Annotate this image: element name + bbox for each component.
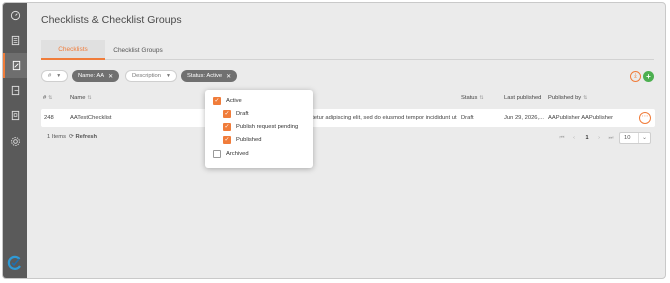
status-option-label: Active	[226, 98, 242, 104]
column-header-published-by-label: Published by	[548, 95, 582, 101]
close-icon[interactable]: ✕	[108, 73, 113, 80]
status-filter-dropdown: ✓ Active ✓ Draft ✓ Publish request pendi…	[205, 90, 313, 168]
column-header-name[interactable]: Name ⇅	[70, 95, 92, 101]
more-options-icon[interactable]: ⋯	[639, 112, 651, 124]
status-option-label: Archived	[226, 151, 249, 157]
settings-gear-icon[interactable]	[3, 129, 27, 154]
last-page-icon[interactable]: ⏭	[606, 133, 616, 143]
checklist-edit-icon[interactable]	[3, 53, 27, 78]
sort-icon[interactable]: ⇅	[48, 95, 52, 101]
row-status: Draft	[461, 115, 474, 121]
document-icon[interactable]	[3, 28, 27, 53]
download-icon[interactable]: ⤓	[630, 71, 641, 82]
column-header-id[interactable]: # ⇅	[43, 95, 52, 101]
status-filter-chip[interactable]: Status: Active ✕	[181, 70, 238, 82]
column-header-last-published-label: Last published	[504, 95, 542, 101]
status-filter-label: Status: Active	[187, 73, 223, 79]
previous-page-icon[interactable]: ‹	[569, 133, 579, 143]
main-content: Checklists & Checklist Groups Checklists…	[27, 3, 665, 278]
status-option-label: Draft	[236, 111, 249, 117]
id-filter-chip[interactable]: # ▼	[41, 70, 68, 82]
page-size-select[interactable]: 10 ⌄	[619, 132, 651, 144]
column-header-last-published: Last published	[504, 95, 541, 101]
column-header-status[interactable]: Status ⇅	[461, 95, 484, 101]
divider	[638, 133, 639, 143]
report-icon[interactable]	[3, 103, 27, 128]
column-header-status-label: Status	[461, 95, 478, 101]
chevron-down-icon: ▼	[166, 73, 171, 79]
column-header-name-label: Name	[70, 95, 86, 101]
tab-checklist-groups[interactable]: Checklist Groups	[105, 40, 171, 60]
app-window: Checklists & Checklist Groups Checklists…	[2, 2, 666, 279]
checkbox-checked-icon[interactable]: ✓	[223, 123, 231, 131]
refresh-icon: ⟳	[69, 134, 74, 140]
column-header-published-by[interactable]: Published by ⇅	[548, 95, 587, 101]
tab-checklists[interactable]: Checklists	[41, 40, 105, 60]
page-size-value: 10	[624, 135, 631, 141]
close-icon[interactable]: ✕	[226, 73, 231, 80]
checkbox-checked-icon[interactable]: ✓	[223, 136, 231, 144]
items-count: 1 Items	[47, 134, 67, 140]
status-option-publish-request-pending[interactable]: ✓ Publish request pending	[223, 122, 298, 132]
export-icon[interactable]	[3, 78, 27, 103]
description-filter-label: Description	[132, 73, 161, 79]
sort-icon[interactable]: ⇅	[583, 95, 587, 101]
row-id: 248	[44, 115, 54, 121]
status-option-label: Publish request pending	[236, 124, 299, 130]
description-filter-chip[interactable]: Description ▼	[125, 70, 177, 82]
checkbox-unchecked-icon[interactable]	[213, 150, 221, 158]
chevron-down-icon: ⌄	[642, 135, 648, 141]
row-name[interactable]: AATestChecklist	[70, 112, 170, 124]
refresh-label: Refresh	[75, 134, 98, 140]
checkbox-checked-icon[interactable]: ✓	[223, 110, 231, 118]
id-filter-label: #	[48, 73, 52, 79]
status-option-draft[interactable]: ✓ Draft	[223, 109, 249, 119]
status-option-published[interactable]: ✓ Published	[223, 135, 261, 145]
dashboard-icon[interactable]	[3, 3, 27, 28]
name-filter-label: Name: AA	[78, 73, 105, 79]
add-button[interactable]: +	[643, 71, 654, 82]
status-option-label: Published	[236, 137, 262, 143]
row-last-published: Jun 29, 2026,...	[504, 115, 544, 121]
chevron-down-icon: ▼	[56, 73, 62, 79]
sidebar	[3, 3, 27, 278]
column-header-id-label: #	[43, 95, 47, 101]
tab-bar: Checklists Checklist Groups	[41, 40, 654, 60]
refresh-button[interactable]: ⟳ Refresh	[69, 134, 97, 140]
next-page-icon[interactable]: ›	[594, 133, 604, 143]
checkbox-checked-icon[interactable]: ✓	[213, 97, 221, 105]
status-option-archived[interactable]: Archived	[213, 149, 249, 159]
page-title: Checklists & Checklist Groups	[41, 14, 182, 26]
app-logo-icon	[7, 255, 21, 270]
sort-icon[interactable]: ⇅	[479, 95, 483, 101]
status-option-active[interactable]: ✓ Active	[213, 96, 242, 106]
first-page-icon[interactable]: ⏮	[557, 133, 567, 143]
row-description: t, consectetur adipiscing elit, sed do e…	[289, 115, 457, 121]
name-filter-chip[interactable]: Name: AA ✕	[72, 70, 120, 82]
current-page[interactable]: 1	[582, 133, 592, 143]
sort-icon[interactable]: ⇅	[87, 95, 91, 101]
row-published-by: AAPublisher AAPublisher	[548, 115, 614, 121]
